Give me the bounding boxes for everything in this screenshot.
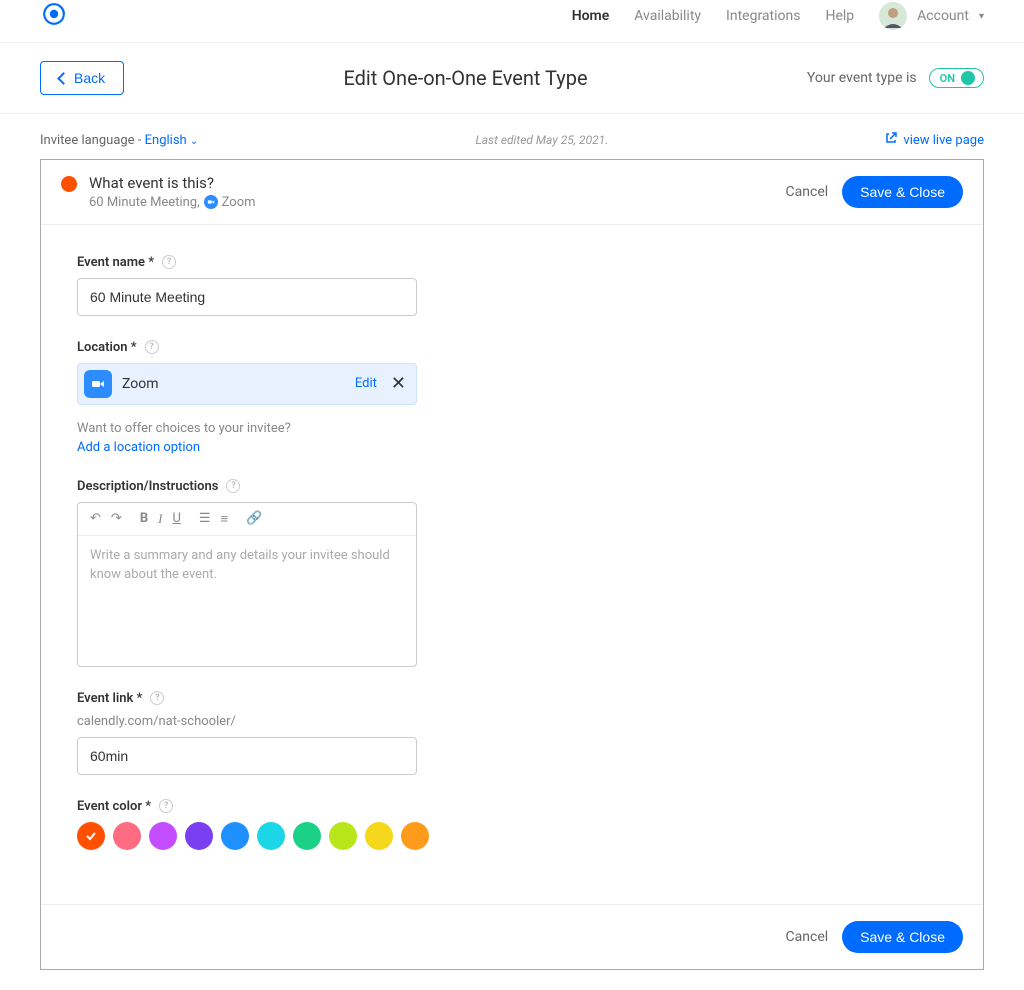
event-color-dot bbox=[61, 176, 77, 192]
nav-home[interactable]: Home bbox=[572, 8, 610, 24]
toggle-state: ON bbox=[940, 72, 955, 85]
chevron-down-icon: ⌄ bbox=[190, 136, 198, 147]
color-swatch[interactable] bbox=[329, 822, 357, 850]
italic-icon[interactable]: I bbox=[158, 511, 162, 527]
location-field: Location *? Zoom Edit ✕ Want to offer ch… bbox=[77, 340, 417, 455]
color-swatch[interactable] bbox=[149, 822, 177, 850]
color-swatch[interactable] bbox=[113, 822, 141, 850]
nav-availability[interactable]: Availability bbox=[634, 8, 701, 24]
help-icon[interactable]: ? bbox=[159, 799, 173, 813]
event-form: Event name *? Location *? Zoom Edit ✕ Wa… bbox=[41, 225, 983, 904]
view-live-link[interactable]: view live page bbox=[885, 132, 984, 148]
event-link-prefix: calendly.com/nat-schooler/ bbox=[77, 714, 417, 729]
save-button[interactable]: Save & Close bbox=[842, 176, 963, 208]
toggle-dot bbox=[961, 71, 975, 85]
location-box: Zoom Edit ✕ bbox=[77, 363, 417, 405]
color-swatch[interactable] bbox=[401, 822, 429, 850]
toggle-label: Your event type is bbox=[807, 70, 917, 86]
nav-links: Home Availability Integrations Help Acco… bbox=[572, 2, 984, 30]
location-label: Location * bbox=[77, 340, 137, 355]
zoom-icon bbox=[84, 370, 112, 398]
location-edit-link[interactable]: Edit bbox=[355, 376, 377, 391]
description-editor: ↶ ↷ B I U ☰ ≡ 🔗 Write bbox=[77, 502, 417, 667]
location-hint: Want to offer choices to your invitee? bbox=[77, 421, 417, 436]
color-swatch[interactable] bbox=[77, 822, 105, 850]
logo[interactable] bbox=[40, 0, 68, 32]
event-link-label: Event link * bbox=[77, 691, 142, 706]
link-icon[interactable]: 🔗 bbox=[246, 511, 262, 526]
description-input[interactable]: Write a summary and any details your inv… bbox=[78, 536, 416, 666]
event-card: What event is this? 60 Minute Meeting, Z… bbox=[40, 159, 984, 970]
add-location-link[interactable]: Add a location option bbox=[77, 440, 200, 455]
help-icon[interactable]: ? bbox=[145, 340, 159, 354]
event-color-field: Event color *? bbox=[77, 799, 947, 850]
redo-icon[interactable]: ↷ bbox=[111, 511, 122, 526]
color-swatches bbox=[77, 822, 947, 850]
meta-row: Invitee language - English ⌄ Last edited… bbox=[0, 114, 1024, 159]
zoom-icon bbox=[204, 195, 218, 209]
description-label: Description/Instructions bbox=[77, 479, 218, 494]
event-link-input[interactable] bbox=[77, 737, 417, 775]
help-icon[interactable]: ? bbox=[150, 691, 164, 705]
back-label: Back bbox=[74, 70, 105, 86]
event-name-input[interactable] bbox=[77, 278, 417, 316]
card-footer: Cancel Save & Close bbox=[41, 904, 983, 969]
last-edited: Last edited May 25, 2021. bbox=[475, 132, 608, 149]
cancel-button[interactable]: Cancel bbox=[786, 184, 829, 200]
help-icon[interactable]: ? bbox=[226, 479, 240, 493]
location-value: Zoom bbox=[122, 376, 159, 392]
card-header: What event is this? 60 Minute Meeting, Z… bbox=[41, 160, 983, 225]
description-field: Description/Instructions? ↶ ↷ B I U ☰ ≡ bbox=[77, 479, 417, 667]
invitee-lang-label: Invitee language - bbox=[40, 133, 145, 148]
chevron-down-icon: ▾ bbox=[979, 11, 984, 22]
color-swatch[interactable] bbox=[293, 822, 321, 850]
event-color-label: Event color * bbox=[77, 799, 151, 814]
event-type-toggle[interactable]: ON bbox=[929, 68, 984, 88]
event-link-field: Event link *? calendly.com/nat-schooler/ bbox=[77, 691, 417, 775]
rte-toolbar: ↶ ↷ B I U ☰ ≡ 🔗 bbox=[78, 503, 416, 536]
event-name-field: Event name *? bbox=[77, 255, 417, 316]
account-label: Account bbox=[917, 8, 969, 24]
help-icon[interactable]: ? bbox=[162, 255, 176, 269]
bullet-list-icon[interactable]: ☰ bbox=[199, 511, 211, 527]
view-live-label: view live page bbox=[903, 133, 984, 148]
toggle-row: Your event type is ON bbox=[807, 68, 984, 88]
nav-integrations[interactable]: Integrations bbox=[726, 8, 800, 24]
account-section[interactable]: Account ▾ bbox=[879, 2, 984, 30]
section-title: What event is this? bbox=[89, 174, 256, 192]
invitee-lang-select[interactable]: English ⌄ bbox=[145, 133, 199, 148]
color-swatch[interactable] bbox=[257, 822, 285, 850]
section-subtitle: 60 Minute Meeting, Zoom bbox=[89, 195, 256, 210]
event-name-label: Event name * bbox=[77, 255, 154, 270]
save-button[interactable]: Save & Close bbox=[842, 921, 963, 953]
invitee-language: Invitee language - English ⌄ bbox=[40, 133, 198, 148]
nav-help[interactable]: Help bbox=[825, 8, 854, 24]
external-link-icon bbox=[885, 132, 897, 148]
color-swatch[interactable] bbox=[185, 822, 213, 850]
sub-nav: Back Edit One-on-One Event Type Your eve… bbox=[0, 43, 1024, 114]
underline-icon[interactable]: U bbox=[172, 511, 180, 527]
back-button[interactable]: Back bbox=[40, 61, 124, 95]
top-nav: Home Availability Integrations Help Acco… bbox=[0, 0, 1024, 43]
cancel-button[interactable]: Cancel bbox=[786, 929, 829, 945]
number-list-icon[interactable]: ≡ bbox=[221, 511, 229, 527]
avatar bbox=[879, 2, 907, 30]
undo-icon[interactable]: ↶ bbox=[90, 511, 101, 526]
color-swatch[interactable] bbox=[221, 822, 249, 850]
page-title: Edit One-on-One Event Type bbox=[343, 66, 587, 90]
bold-icon[interactable]: B bbox=[140, 511, 148, 527]
close-icon[interactable]: ✕ bbox=[391, 373, 406, 394]
color-swatch[interactable] bbox=[365, 822, 393, 850]
chevron-left-icon bbox=[59, 70, 68, 86]
